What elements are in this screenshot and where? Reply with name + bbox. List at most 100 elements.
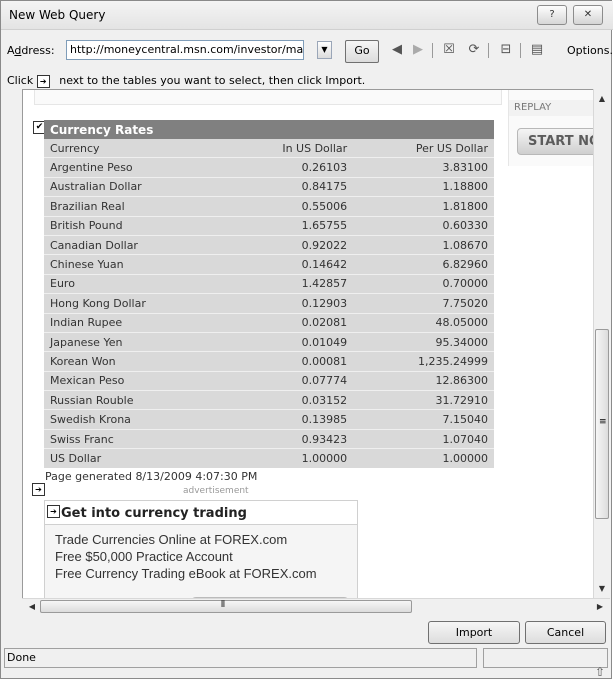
toolbar-separator [488, 43, 489, 58]
cell-per-usd: 12.86300 [353, 370, 494, 391]
cell-per-usd: 31.72910 [353, 390, 494, 410]
chevron-down-icon: ▼ [321, 45, 328, 54]
cell-per-usd: 0.70000 [353, 273, 494, 294]
cell-in-usd: 1.65755 [224, 215, 354, 236]
options-icon[interactable]: ▤ [529, 42, 545, 58]
horizontal-scroll-thumb[interactable]: ⦀ [40, 600, 412, 613]
window-title: New Web Query [9, 8, 106, 22]
cell-in-usd: 0.84175 [224, 176, 354, 197]
top-content-box [34, 90, 502, 105]
cell-per-usd: 1.00000 [353, 448, 494, 468]
ad-line: Trade Currencies Online at FOREX.com [55, 532, 288, 547]
toolbar-separator [432, 43, 433, 58]
go-button[interactable]: Go [345, 40, 379, 63]
column-header-in-usd: In US Dollar [224, 139, 354, 158]
table-row: Brazilian Real 0.55006 1.81800 [44, 196, 494, 217]
horizontal-scrollbar[interactable]: ◀ ⦀ ▶ [22, 598, 610, 614]
cell-per-usd: 3.83100 [353, 157, 494, 178]
save-query-icon[interactable]: ⊟ [498, 42, 514, 58]
scroll-right-icon[interactable]: ▶ [592, 599, 608, 614]
new-web-query-dialog: New Web Query ? ✕ Address: http://moneyc… [0, 0, 614, 679]
table-row: Korean Won 0.00081 1,235.24999 [44, 351, 494, 372]
ad-box[interactable]: Get into currency trading ➔ Trade Curren… [44, 500, 358, 598]
address-input[interactable]: http://moneycentral.msn.com/investor/mar… [66, 40, 304, 60]
table-row: Indian Rupee 0.02081 48.05000 [44, 312, 494, 333]
cell-per-usd: 0.60330 [353, 215, 494, 236]
import-button[interactable]: Import [428, 621, 520, 644]
select-arrow-icon: ➔ [36, 74, 50, 88]
close-icon: ✕ [583, 9, 593, 20]
table-row: British Pound 1.65755 0.60330 [44, 215, 494, 236]
start-now-button[interactable]: START NOW [517, 128, 593, 155]
cell-per-usd: 7.15040 [353, 409, 494, 430]
advertisement-label: advertisement [183, 486, 249, 496]
cell-in-usd: 0.02081 [224, 312, 354, 333]
cell-currency: British Pound [44, 215, 225, 236]
cell-per-usd: 1.08670 [353, 234, 494, 255]
cell-currency: Japanese Yen [44, 331, 225, 352]
cell-currency: Canadian Dollar [44, 234, 225, 255]
scroll-down-icon[interactable]: ▼ [594, 581, 610, 597]
cell-in-usd: 0.26103 [224, 157, 354, 178]
back-icon[interactable]: ◀ [389, 42, 405, 58]
cell-currency: Mexican Peso [44, 370, 225, 391]
cell-in-usd: 0.07774 [224, 370, 354, 391]
cell-per-usd: 1,235.24999 [353, 351, 494, 372]
cell-per-usd: 48.05000 [353, 312, 494, 333]
cell-per-usd: 1.81800 [353, 196, 494, 217]
cell-in-usd: 0.03152 [224, 390, 354, 410]
select-arrow-icon[interactable]: ➔ [47, 505, 60, 518]
select-arrow-icon[interactable]: ➔ [32, 483, 45, 496]
cell-per-usd: 95.34000 [353, 331, 494, 352]
address-dropdown-button[interactable]: ▼ [317, 41, 332, 59]
vertical-scroll-thumb[interactable]: ≡ [595, 329, 609, 519]
ad-title: Get into currency trading [45, 501, 357, 525]
options-button[interactable]: Options... [567, 44, 614, 57]
cell-currency: Indian Rupee [44, 312, 225, 333]
column-header-currency: Currency [44, 139, 225, 158]
cell-in-usd: 0.55006 [224, 196, 354, 217]
table-row: Japanese Yen 0.01049 95.34000 [44, 331, 494, 352]
resize-grip-icon[interactable]: ⇧ [595, 665, 605, 679]
cell-currency: Brazilian Real [44, 196, 225, 217]
table-row: US Dollar 1.00000 1.00000 [44, 448, 494, 468]
table-row: Euro 1.42857 0.70000 [44, 273, 494, 294]
vertical-scrollbar[interactable]: ▲ ≡ ▼ [593, 89, 610, 599]
cell-in-usd: 0.00081 [224, 351, 354, 372]
close-button[interactable]: ✕ [573, 5, 603, 25]
cancel-button[interactable]: Cancel [525, 621, 606, 644]
refresh-icon[interactable]: ⟳ [466, 42, 482, 58]
cell-per-usd: 1.07040 [353, 428, 494, 449]
cell-in-usd: 1.42857 [224, 273, 354, 294]
page-generated-text: Page generated 8/13/2009 4:07:30 PM [45, 470, 258, 483]
help-icon: ? [549, 9, 555, 20]
table-row: Mexican Peso 0.07774 12.86300 [44, 370, 494, 391]
replay-banner: REPLAY START NOW [508, 90, 593, 166]
cell-per-usd: 1.18800 [353, 176, 494, 197]
help-button[interactable]: ? [537, 5, 567, 25]
cell-currency: Swedish Krona [44, 409, 225, 430]
cell-currency: Argentine Peso [44, 157, 225, 178]
instruction-text: Click ➔ next to the tables you want to s… [7, 74, 366, 88]
ad-line: Free $50,000 Practice Account [55, 549, 233, 564]
table-row: Chinese Yuan 0.14642 6.82960 [44, 254, 494, 275]
table-header-row: Currency In US Dollar Per US Dollar [44, 139, 494, 158]
ad-line: Free Currency Trading eBook at FOREX.com [55, 566, 317, 581]
toolbar-separator [520, 43, 521, 58]
cell-currency: Swiss Franc [44, 428, 225, 449]
cell-currency: Chinese Yuan [44, 254, 225, 275]
title-bar: New Web Query ? ✕ [1, 1, 613, 30]
cell-currency: Hong Kong Dollar [44, 293, 225, 314]
cell-per-usd: 6.82960 [353, 254, 494, 275]
table-row: Russian Rouble 0.03152 31.72910 [44, 390, 494, 410]
stop-icon[interactable]: ☒ [441, 42, 457, 58]
forward-icon[interactable]: ▶ [410, 42, 426, 58]
cell-in-usd: 0.13985 [224, 409, 354, 430]
scroll-up-icon[interactable]: ▲ [594, 91, 610, 107]
cell-in-usd: 0.93423 [224, 428, 354, 449]
scroll-left-icon[interactable]: ◀ [24, 599, 40, 614]
column-header-per-usd: Per US Dollar [353, 139, 494, 158]
table-row: Swiss Franc 0.93423 1.07040 [44, 428, 494, 449]
browser-pane: REPLAY START NOW ✔ Currency Rates Curren… [22, 89, 594, 599]
cell-in-usd: 0.92022 [224, 234, 354, 255]
